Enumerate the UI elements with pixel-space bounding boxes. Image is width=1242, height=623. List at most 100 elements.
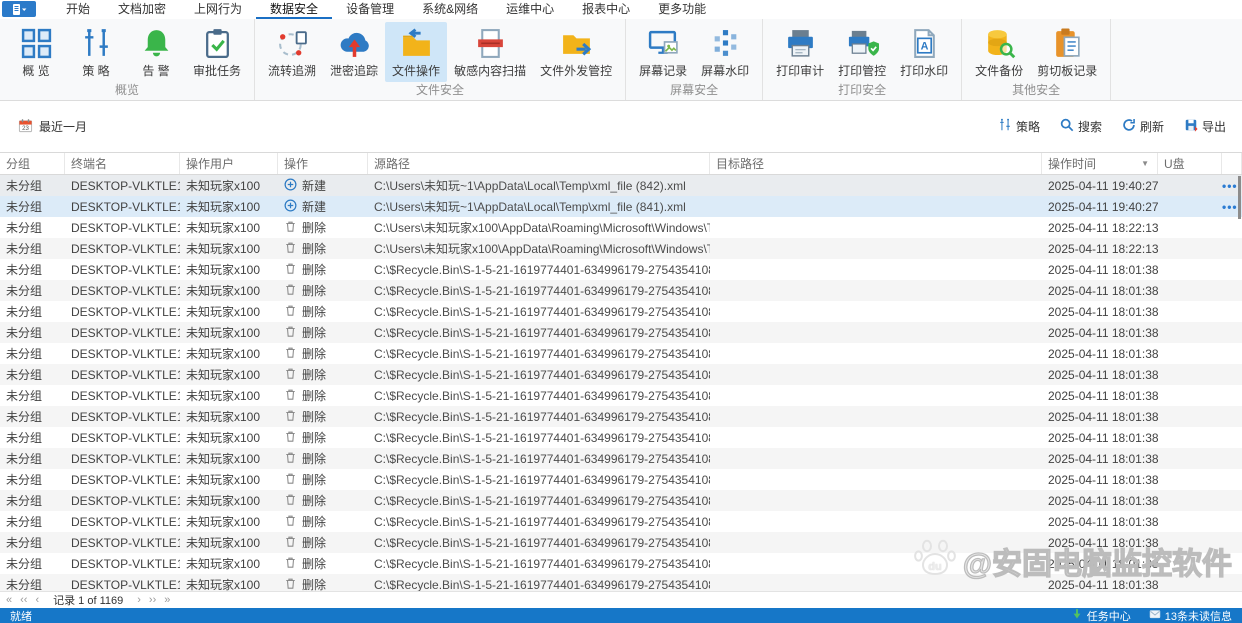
cell-terminal: DESKTOP-VLKTLE1 [71,346,180,361]
first-page-icon[interactable]: « [6,594,12,606]
table-row[interactable]: 未分组 DESKTOP-VLKTLE1 未知玩家x100 删除 C:\$Recycle.… [0,343,1242,364]
ribbon-group: 流转追溯 泄密追踪 文件操作 敏感内容扫描 文件外发管控 文件安全 [255,19,627,100]
tab-4[interactable]: 数据安全 [256,0,333,19]
ribbon-item[interactable]: 泄密追踪 [323,22,385,82]
column-header[interactable]: 目标路径 [710,153,1042,174]
tab-8[interactable]: 报表中心 [568,0,644,19]
ribbon-item[interactable]: 敏感内容扫描 [447,22,533,82]
column-header[interactable]: 操作时间 ▼ [1042,153,1158,174]
table-row[interactable]: 未分组 DESKTOP-VLKTLE1 未知玩家x100 删除 C:\$Recycle.… [0,364,1242,385]
vertical-scrollbar[interactable] [1238,176,1241,219]
task-center-download-icon [1071,608,1083,623]
cell-action: 删除 [278,429,368,446]
ribbon-item[interactable]: A 打印水印 [893,22,955,82]
next-page-icon[interactable]: › [137,594,141,606]
tab-6[interactable]: 系统&网络 [408,0,492,19]
plus-circle-icon [284,199,297,215]
table-row[interactable]: 未分组 DESKTOP-VLKTLE1 未知玩家x100 删除 C:\$Recycle.… [0,448,1242,469]
table-row[interactable]: 未分组 DESKTOP-VLKTLE1 未知玩家x100 删除 C:\$Recycle.… [0,259,1242,280]
toolbar-button[interactable]: 刷新 [1122,118,1164,135]
ribbon-item[interactable]: 剪切板记录 [1030,22,1104,82]
table-row[interactable]: 未分组 DESKTOP-VLKTLE1 未知玩家x100 删除 C:\$Recycle.… [0,490,1242,511]
cell-group: 未分组 [6,242,43,256]
cell-action-label: 删除 [302,305,327,319]
cell-group: 未分组 [6,326,43,340]
ribbon-item[interactable]: 审批任务 [186,22,248,82]
ribbon-item[interactable]: 文件操作 [385,22,448,82]
cell-time: 2025-04-11 19:40:27 [1048,199,1158,214]
table-row[interactable]: 未分组 DESKTOP-VLKTLE1 未知玩家x100 删除 C:\$Recycle.… [0,574,1242,591]
table-row[interactable]: 未分组 DESKTOP-VLKTLE1 未知玩家x100 删除 C:\$Recycle.… [0,280,1242,301]
ribbon-item[interactable]: 概 览 [6,22,66,82]
tab-3[interactable]: 上网行为 [180,0,256,19]
column-header[interactable]: U盘 [1158,153,1222,174]
table-row[interactable]: 未分组 DESKTOP-VLKTLE1 未知玩家x100 删除 C:\$Recycle.… [0,322,1242,343]
toolbar-button[interactable]: 策略 [998,118,1040,135]
app-menu-button[interactable] [2,1,36,17]
ribbon-item-label: 流转追溯 [268,64,317,78]
tab-9[interactable]: 更多功能 [644,0,720,19]
ribbon-item-label: 打印管控 [838,64,887,78]
table-row[interactable]: 未分组 DESKTOP-VLKTLE1 未知玩家x100 删除 C:\$Recycle.… [0,553,1242,574]
column-header[interactable]: 操作 [278,153,368,174]
table-row[interactable]: 未分组 DESKTOP-VLKTLE1 未知玩家x100 新建 C:\Users\未知玩… [0,175,1242,196]
ribbon-item[interactable]: 屏幕水印 [694,22,756,82]
prev-fast-icon[interactable]: ‹‹ [20,594,27,606]
cell-user: 未知玩家x100 [186,452,261,466]
flow-trace-icon [276,26,309,60]
column-header[interactable]: 终端名 [65,153,180,174]
cell-group: 未分组 [6,473,43,487]
tab-7[interactable]: 运维中心 [492,0,568,19]
toolbar-button[interactable]: 搜索 [1060,118,1102,135]
ribbon-item[interactable]: 文件备份 [968,22,1030,82]
column-header[interactable] [1222,153,1242,174]
task-center-button[interactable]: 任务中心 [1071,608,1131,623]
cell-user: 未知玩家x100 [186,557,261,571]
table-row[interactable]: 未分组 DESKTOP-VLKTLE1 未知玩家x100 删除 C:\$Recycle.… [0,406,1242,427]
tab-5[interactable]: 设备管理 [332,0,408,19]
table-row[interactable]: 未分组 DESKTOP-VLKTLE1 未知玩家x100 删除 C:\Users\未知玩… [0,238,1242,259]
trash-icon [284,535,297,551]
cell-terminal: DESKTOP-VLKTLE1 [71,577,180,592]
date-range-filter[interactable]: 23 最近一月 [18,118,87,136]
alert-bell-icon [140,26,173,60]
tab-1[interactable]: 开始 [52,0,104,19]
plus-circle-icon [284,178,297,194]
next-fast-icon[interactable]: ›› [149,594,156,606]
table-row[interactable]: 未分组 DESKTOP-VLKTLE1 未知玩家x100 删除 C:\$Recycle.… [0,301,1242,322]
column-header-label: 目标路径 [716,157,765,171]
unread-messages-button[interactable]: 13条未读信息 [1149,608,1232,623]
ribbon-item-label: 泄密追踪 [330,64,379,78]
ribbon-item[interactable]: 文件外发管控 [533,22,619,82]
record-count-label: 记录 1 of 1169 [53,595,124,607]
tab-2[interactable]: 文档加密 [104,0,180,19]
column-header[interactable]: 源路径 [368,153,710,174]
cell-time: 2025-04-11 18:01:38 [1048,325,1158,340]
cell-source-path: C:\$Recycle.Bin\S-1-5-21-1619774401-6349… [374,262,710,277]
table-row[interactable]: 未分组 DESKTOP-VLKTLE1 未知玩家x100 删除 C:\Users\未知玩… [0,217,1242,238]
ribbon-item[interactable]: 告 警 [126,22,186,82]
ribbon-item[interactable]: 打印审计 [769,22,831,82]
table-row[interactable]: 未分组 DESKTOP-VLKTLE1 未知玩家x100 删除 C:\$Recycle.… [0,385,1242,406]
ribbon-item-label: 文件外发管控 [540,64,613,78]
ribbon-item[interactable]: 打印管控 [831,22,893,82]
policy-sliders-icon [80,26,113,60]
ribbon-item[interactable]: 屏幕记录 [632,22,694,82]
column-header[interactable]: 分组 [0,153,65,174]
cell-action-label: 删除 [302,515,327,529]
table-row[interactable]: 未分组 DESKTOP-VLKTLE1 未知玩家x100 删除 C:\$Recycle.… [0,469,1242,490]
prev-page-icon[interactable]: ‹ [35,594,39,606]
ribbon-item[interactable]: 流转追溯 [261,22,323,82]
table-row[interactable]: 未分组 DESKTOP-VLKTLE1 未知玩家x100 删除 C:\$Recycle.… [0,511,1242,532]
cell-action: 新建 [278,198,368,215]
column-filter-caret-icon[interactable]: ▼ [1141,159,1149,168]
trash-icon [284,283,297,299]
table-row[interactable]: 未分组 DESKTOP-VLKTLE1 未知玩家x100 新建 C:\Users\未知玩… [0,196,1242,217]
ribbon-item[interactable]: 策 略 [66,22,126,82]
table-row[interactable]: 未分组 DESKTOP-VLKTLE1 未知玩家x100 删除 C:\$Recycle.… [0,532,1242,553]
column-header[interactable]: 操作用户 [180,153,278,174]
toolbar-button[interactable]: 导出 [1184,118,1226,135]
last-page-icon[interactable]: » [164,594,170,606]
table-row[interactable]: 未分组 DESKTOP-VLKTLE1 未知玩家x100 删除 C:\$Recycle.… [0,427,1242,448]
cell-terminal: DESKTOP-VLKTLE1 [71,451,180,466]
